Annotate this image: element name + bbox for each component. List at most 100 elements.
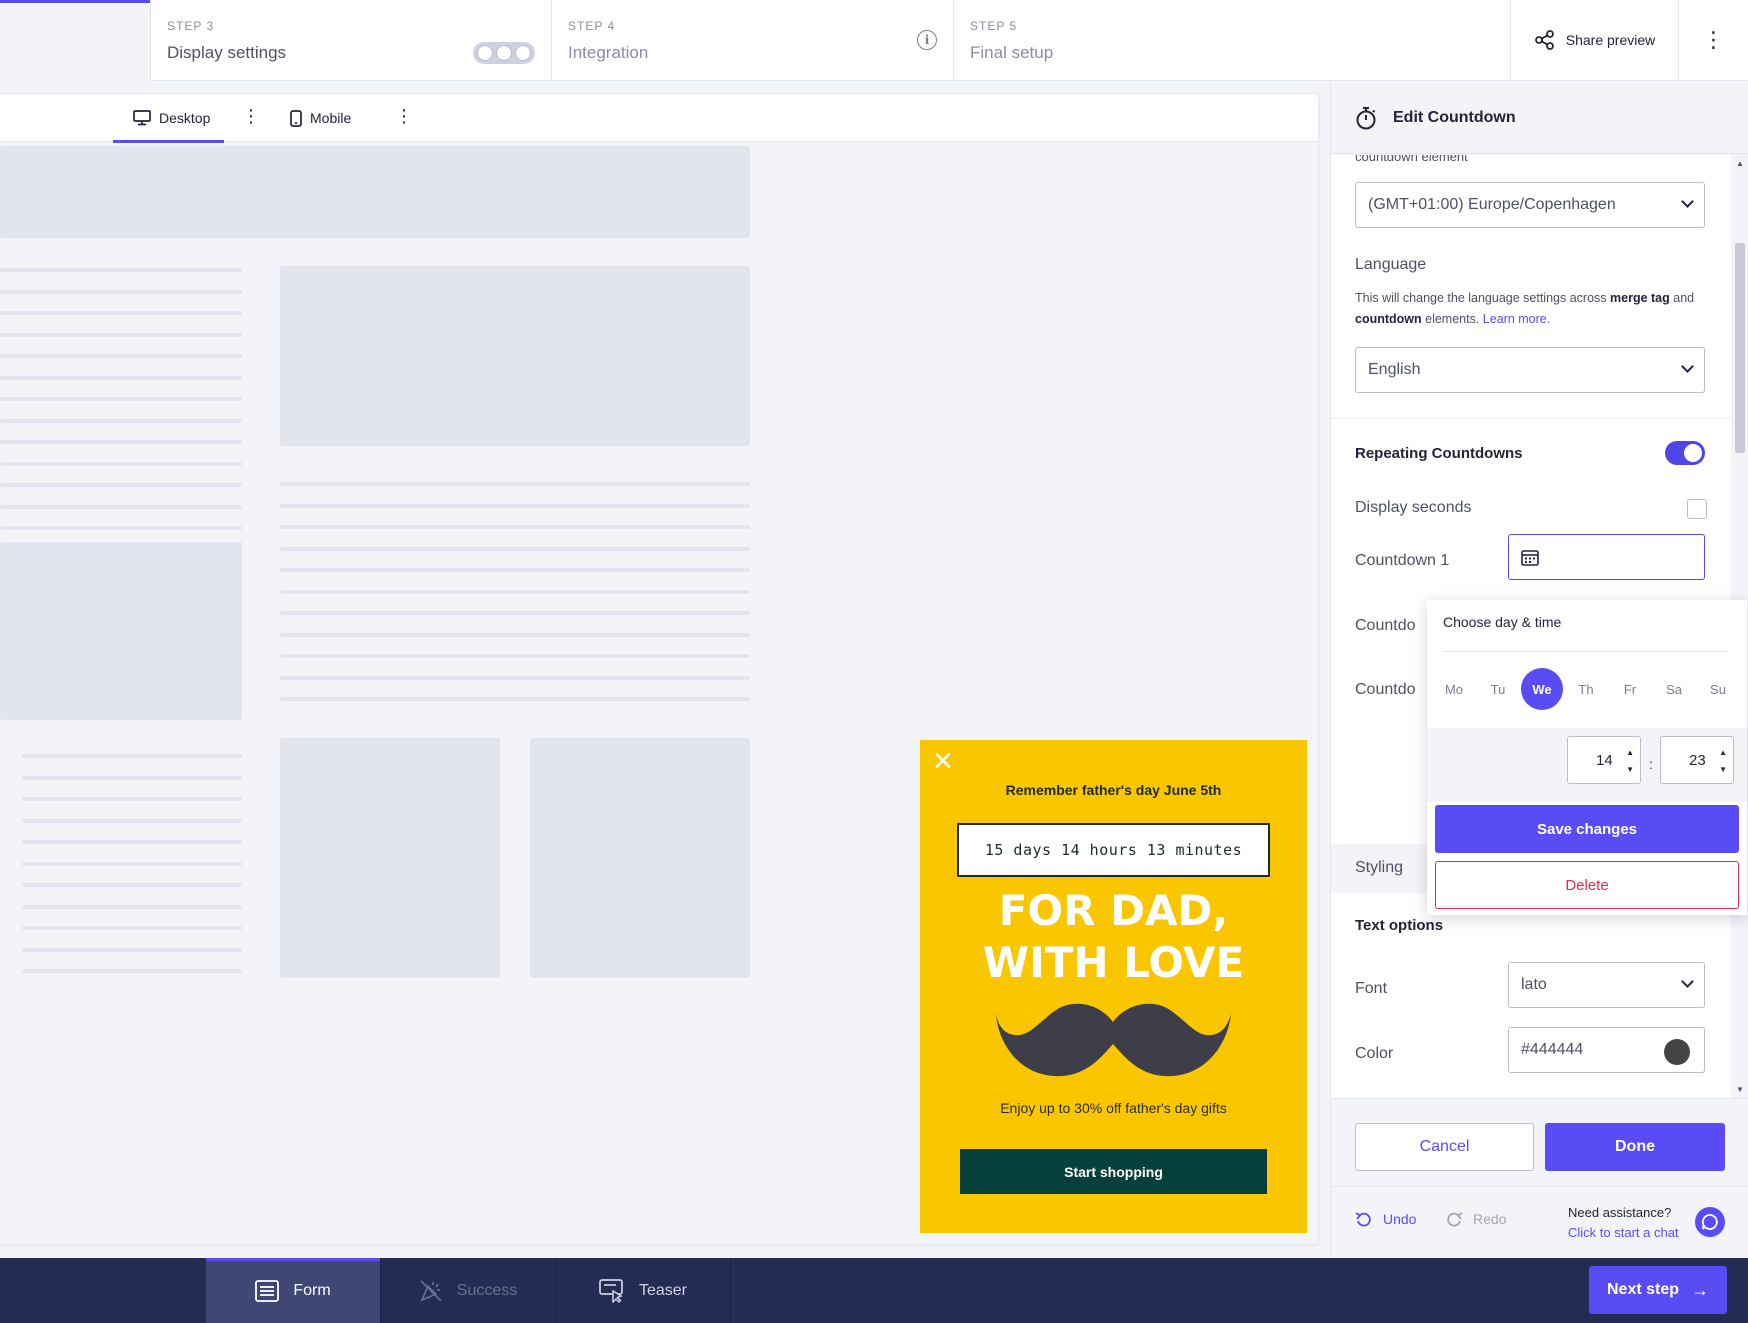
countdown-display[interactable]: 15 days 14 hours 13 minutes (957, 823, 1270, 877)
popup-form: ✕ Remember father's day June 5th 15 days… (920, 740, 1307, 1233)
language-label: Language (1355, 256, 1427, 273)
picker-title: Choose day & time (1443, 614, 1562, 630)
weekday-mo[interactable]: Mo (1433, 668, 1475, 710)
mobile-options-icon[interactable]: ⋮ (395, 106, 413, 127)
placeholder-line (0, 375, 242, 380)
mustache-icon (996, 1003, 1231, 1077)
kebab-icon: ⋮ (1702, 27, 1725, 52)
delete-button[interactable]: Delete (1435, 861, 1739, 909)
step-display-settings[interactable]: STEP 3 Display settings (150, 0, 551, 81)
placeholder-line (22, 883, 242, 887)
save-changes-button[interactable]: Save changes (1435, 805, 1739, 853)
teaser-icon (599, 1278, 623, 1303)
scrollbar-thumb[interactable] (1735, 243, 1745, 453)
step-number: STEP 5 (970, 19, 1018, 33)
tab-mobile[interactable]: Mobile (290, 94, 351, 142)
start-shopping-button[interactable]: Start shopping (960, 1149, 1267, 1194)
timezone-select[interactable]: (GMT+01:00) Europe/Copenhagen (1355, 182, 1705, 228)
weekday-th[interactable]: Th (1565, 668, 1607, 710)
placeholder-line (0, 397, 242, 401)
redo-button[interactable]: Redo (1445, 1211, 1506, 1227)
placeholder-block (0, 146, 750, 238)
weekday-selector: Mo Tu We Th Fr Sa Su (1433, 668, 1739, 710)
undo-icon (1355, 1212, 1371, 1227)
placeholder-line (0, 483, 242, 487)
display-seconds-checkbox[interactable] (1687, 499, 1707, 519)
countdown1-date-input[interactable] (1508, 534, 1705, 580)
color-swatch[interactable] (1664, 1039, 1690, 1065)
placeholder-line (280, 503, 750, 508)
weekday-we[interactable]: We (1521, 668, 1563, 710)
step-final-setup[interactable]: STEP 5 Final setup (953, 0, 1510, 81)
popup-headline: Remember father's day June 5th (1005, 782, 1222, 798)
countdown1-label: Countdown 1 (1355, 552, 1450, 569)
minute-stepper[interactable]: 23 ▲ ▼ (1660, 736, 1734, 784)
tab-teaser-label: Teaser (638, 1281, 688, 1299)
tab-success[interactable]: Success (381, 1258, 556, 1323)
placeholder-line (0, 526, 242, 530)
stepper-arrows-icon[interactable]: ▲ ▼ (1719, 744, 1727, 778)
repeating-countdowns-label: Repeating Countdowns (1355, 445, 1523, 462)
learn-more-link[interactable]: Learn more. (1483, 312, 1550, 326)
placeholder-line (22, 969, 242, 973)
tab-teaser[interactable]: Teaser (556, 1258, 731, 1323)
font-select[interactable]: lato (1508, 962, 1705, 1008)
close-icon[interactable]: ✕ (932, 748, 954, 774)
styling-label: Styling (1355, 859, 1404, 876)
tab-desktop[interactable]: Desktop (112, 94, 225, 143)
placeholder-line (280, 632, 750, 637)
placeholder-line (280, 611, 750, 615)
loading-dots-icon (473, 42, 535, 64)
stepper-arrows-icon[interactable]: ▲ ▼ (1626, 744, 1634, 778)
scroll-down-icon[interactable]: ▼ (1736, 1085, 1744, 1094)
placeholder-block (280, 266, 750, 446)
weekday-tu[interactable]: Tu (1477, 668, 1519, 710)
desktop-options-icon[interactable]: ⋮ (242, 106, 260, 127)
info-icon[interactable]: i (917, 30, 937, 50)
steps-bar: STEP 3 Display settings STEP 4 Integrati… (0, 0, 1748, 82)
weekday-sa[interactable]: Sa (1653, 668, 1695, 710)
stopwatch-icon (1356, 106, 1376, 129)
placeholder-line (22, 797, 242, 801)
share-preview-button[interactable]: Share preview (1510, 0, 1678, 81)
start-chat-link[interactable]: Click to start a chat (1568, 1223, 1679, 1243)
text-options-section: Text options Font lato Color #444444 (1331, 893, 1731, 1098)
scroll-up-icon[interactable]: ▲ (1736, 159, 1744, 168)
chevron-down-icon (1681, 975, 1694, 988)
placeholder-line (0, 268, 242, 272)
placeholder-line (22, 926, 242, 930)
next-step-button[interactable]: Next step → (1589, 1266, 1727, 1314)
undo-button[interactable]: Undo (1355, 1211, 1416, 1227)
chat-button[interactable] (1695, 1207, 1725, 1237)
language-select[interactable]: English (1355, 347, 1705, 393)
step-title: Integration (568, 43, 649, 62)
hour-stepper[interactable]: 14 ▲ ▼ (1567, 736, 1641, 784)
done-button[interactable]: Done (1545, 1123, 1725, 1171)
progress-accent (0, 0, 166, 3)
cancel-button[interactable]: Cancel (1355, 1123, 1534, 1171)
placeholder-block (280, 738, 500, 978)
color-value: #444444 (1521, 1041, 1584, 1058)
font-label: Font (1355, 980, 1388, 997)
panel-header: Edit Countdown (1331, 82, 1748, 154)
more-options-button[interactable]: ⋮ (1678, 0, 1748, 81)
weekday-fr[interactable]: Fr (1609, 668, 1651, 710)
step-number: STEP 4 (568, 19, 616, 33)
divider (1443, 651, 1727, 652)
redo-label: Redo (1473, 1211, 1507, 1227)
placeholder-line (0, 332, 242, 337)
time-separator: : (1649, 756, 1653, 772)
popup-title-line2: WITH LOVE (982, 938, 1245, 987)
tab-form[interactable]: Form (206, 1258, 381, 1323)
display-seconds-label: Display seconds (1355, 499, 1472, 516)
placeholder-line (280, 546, 750, 551)
color-input[interactable]: #444444 (1508, 1027, 1705, 1073)
popup-title: FOR DAD, WITH LOVE (920, 885, 1307, 989)
assistance-question: Need assistance? (1568, 1205, 1672, 1220)
arrow-right-icon: → (1691, 1279, 1710, 1300)
weekday-su[interactable]: Su (1697, 668, 1739, 710)
repeating-toggle[interactable] (1665, 441, 1705, 465)
minute-value: 23 (1689, 751, 1706, 769)
section-cut-label: countdown element (1355, 155, 1468, 164)
step-integration[interactable]: STEP 4 Integration i (551, 0, 953, 81)
